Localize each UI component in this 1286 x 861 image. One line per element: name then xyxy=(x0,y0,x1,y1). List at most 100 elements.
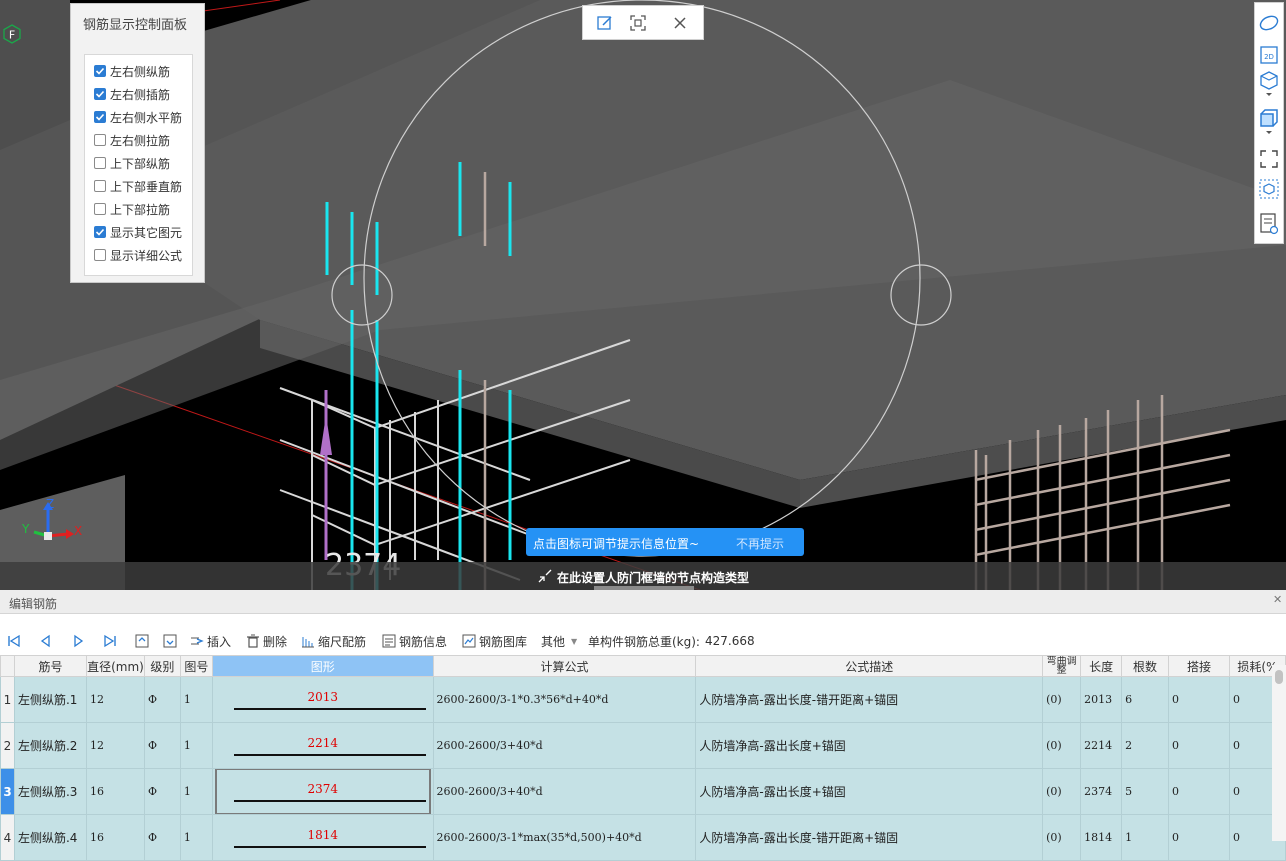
column-header[interactable]: 弯曲调整 xyxy=(1042,655,1082,677)
option-lr-dowel[interactable]: 左右侧插筋 xyxy=(94,86,170,102)
cell-shape[interactable]: 2013 xyxy=(211,676,434,723)
compass-icon[interactable]: F xyxy=(2,24,22,44)
row-number[interactable]: 2 xyxy=(0,722,15,769)
column-header[interactable]: 级别 xyxy=(143,655,181,677)
column-header-selected[interactable]: 图形 xyxy=(211,655,434,677)
cell-length[interactable]: 1814 xyxy=(1080,814,1123,861)
row-number[interactable]: 3 xyxy=(0,768,15,815)
cell-name[interactable]: 左侧纵筋.4 xyxy=(13,814,87,861)
column-header[interactable]: 长度 xyxy=(1080,655,1123,677)
cell-figure-no[interactable]: 1 xyxy=(179,768,213,815)
column-header[interactable]: 搭接 xyxy=(1168,655,1230,677)
cell-name[interactable]: 左侧纵筋.3 xyxy=(13,768,87,815)
checkbox-icon[interactable] xyxy=(94,249,106,261)
2d-view-icon[interactable]: 2D xyxy=(1259,45,1279,65)
table-row[interactable]: 2 左侧纵筋.2 12 Φ 1 2214 2600-2600/3+40*d 人防… xyxy=(0,722,1286,769)
report-icon[interactable] xyxy=(1259,213,1279,235)
option-show-detailed-formula[interactable]: 显示详细公式 xyxy=(94,247,182,263)
cell-shape-focused[interactable]: 2374 xyxy=(211,768,434,815)
checkbox-icon[interactable] xyxy=(94,203,106,215)
checkbox-checked-icon[interactable] xyxy=(94,226,106,238)
cell-formula[interactable]: 2600-2600/3-1*max(35*d,500)+40*d xyxy=(432,814,697,861)
close-icon[interactable] xyxy=(671,14,689,32)
cell-name[interactable]: 左侧纵筋.2 xyxy=(13,722,87,769)
cell-lap[interactable]: 0 xyxy=(1168,722,1230,769)
cell-description[interactable]: 人防墙净高-露出长度+锚固 xyxy=(695,722,1044,769)
checkbox-icon[interactable] xyxy=(94,157,106,169)
cell-description[interactable]: 人防墙净高-露出长度-错开距离+锚固 xyxy=(695,676,1044,723)
cell-lap[interactable]: 0 xyxy=(1168,814,1230,861)
table-row[interactable]: 4 左侧纵筋.4 16 Φ 1 1814 2600-2600/3-1*max(3… xyxy=(0,814,1286,861)
option-tb-longitudinal[interactable]: 上下部纵筋 xyxy=(94,155,170,171)
cell-bend-adjust[interactable]: (0) xyxy=(1042,676,1082,723)
cell-diameter[interactable]: 16 xyxy=(85,768,145,815)
move-up-icon[interactable] xyxy=(135,632,152,650)
insert-button[interactable]: 插入 xyxy=(190,632,231,650)
column-header[interactable]: 根数 xyxy=(1121,655,1170,677)
scrollbar-thumb[interactable] xyxy=(1275,670,1283,684)
option-tb-vertical[interactable]: 上下部垂直筋 xyxy=(94,178,182,194)
cell-lap[interactable]: 0 xyxy=(1168,768,1230,815)
cell-diameter[interactable]: 12 xyxy=(85,676,145,723)
delete-button[interactable]: 删除 xyxy=(246,632,287,650)
close-icon[interactable]: ✕ xyxy=(1273,593,1282,606)
option-show-other-elements[interactable]: 显示其它图元 xyxy=(94,224,182,240)
cell-count[interactable]: 2 xyxy=(1121,722,1170,769)
cell-formula[interactable]: 2600-2600/3+40*d xyxy=(432,768,697,815)
prev-record-icon[interactable] xyxy=(39,632,56,650)
cell-shape[interactable]: 1814 xyxy=(211,814,434,861)
cell-figure-no[interactable]: 1 xyxy=(179,722,213,769)
3d-view-icon[interactable] xyxy=(1259,71,1279,96)
next-record-icon[interactable] xyxy=(71,632,88,650)
cell-figure-no[interactable]: 1 xyxy=(179,814,213,861)
cell-length[interactable]: 2374 xyxy=(1080,768,1123,815)
scan-icon[interactable] xyxy=(629,14,647,32)
cell-lap[interactable]: 0 xyxy=(1168,676,1230,723)
column-header[interactable]: 筋号 xyxy=(13,655,87,677)
vertical-scrollbar[interactable] xyxy=(1272,665,1286,841)
status-hint-text[interactable]: 在此设置人防门框墙的节点构造类型 xyxy=(557,569,749,586)
fullscreen-icon[interactable] xyxy=(1259,149,1279,169)
cell-description[interactable]: 人防墙净高-露出长度+锚固 xyxy=(695,768,1044,815)
cell-diameter[interactable]: 16 xyxy=(85,814,145,861)
cell-diameter[interactable]: 12 xyxy=(85,722,145,769)
component-icon[interactable] xyxy=(1259,179,1279,199)
table-row-selected[interactable]: 3 左侧纵筋.3 16 Φ 1 2374 2600-2600/3+40*d 人防… xyxy=(0,768,1286,815)
checkbox-checked-icon[interactable] xyxy=(94,88,106,100)
cell-formula[interactable]: 2600-2600/3-1*0.3*56*d+40*d xyxy=(432,676,697,723)
option-lr-tie[interactable]: 左右侧拉筋 xyxy=(94,132,170,148)
checkbox-checked-icon[interactable] xyxy=(94,65,106,77)
3d-viewport[interactable]: 2374 F 钢筋显示控制面板 左右侧纵筋 左右侧插筋 左右侧水平筋 左右侧拉筋… xyxy=(0,0,1286,590)
option-lr-longitudinal[interactable]: 左右侧纵筋 xyxy=(94,63,170,79)
cell-grade[interactable]: Φ xyxy=(143,768,181,815)
column-header[interactable]: 计算公式 xyxy=(432,655,697,677)
rebar-library-button[interactable]: 钢筋图库 xyxy=(462,632,527,650)
cell-grade[interactable]: Φ xyxy=(143,722,181,769)
cell-count[interactable]: 1 xyxy=(1121,814,1170,861)
rebar-info-button[interactable]: 钢筋信息 xyxy=(382,632,447,650)
move-down-icon[interactable] xyxy=(163,632,180,650)
table-row[interactable]: 1 左侧纵筋.1 12 Φ 1 2013 2600-2600/3-1*0.3*5… xyxy=(0,676,1286,723)
collapse-arrows-icon[interactable] xyxy=(537,568,553,584)
cell-bend-adjust[interactable]: (0) xyxy=(1042,722,1082,769)
dont-show-again-link[interactable]: 不再提示 xyxy=(736,535,784,552)
cell-bend-adjust[interactable]: (0) xyxy=(1042,814,1082,861)
cell-shape[interactable]: 2214 xyxy=(211,722,434,769)
column-header[interactable]: 图号 xyxy=(179,655,213,677)
other-dropdown[interactable]: 其他 ▼ xyxy=(541,632,577,650)
cell-count[interactable]: 5 xyxy=(1121,768,1170,815)
cell-formula[interactable]: 2600-2600/3+40*d xyxy=(432,722,697,769)
cell-length[interactable]: 2214 xyxy=(1080,722,1123,769)
scale-rebar-button[interactable]: 缩尺配筋 xyxy=(301,632,366,650)
option-lr-horizontal[interactable]: 左右侧水平筋 xyxy=(94,109,182,125)
first-record-icon[interactable] xyxy=(7,632,24,650)
cell-count[interactable]: 6 xyxy=(1121,676,1170,723)
column-header[interactable]: 公式描述 xyxy=(695,655,1044,677)
cell-length[interactable]: 2013 xyxy=(1080,676,1123,723)
checkbox-checked-icon[interactable] xyxy=(94,111,106,123)
row-number[interactable]: 1 xyxy=(0,676,15,723)
orbit-icon[interactable] xyxy=(1259,13,1279,33)
cell-grade[interactable]: Φ xyxy=(143,676,181,723)
last-record-icon[interactable] xyxy=(103,632,120,650)
option-tb-tie[interactable]: 上下部拉筋 xyxy=(94,201,170,217)
